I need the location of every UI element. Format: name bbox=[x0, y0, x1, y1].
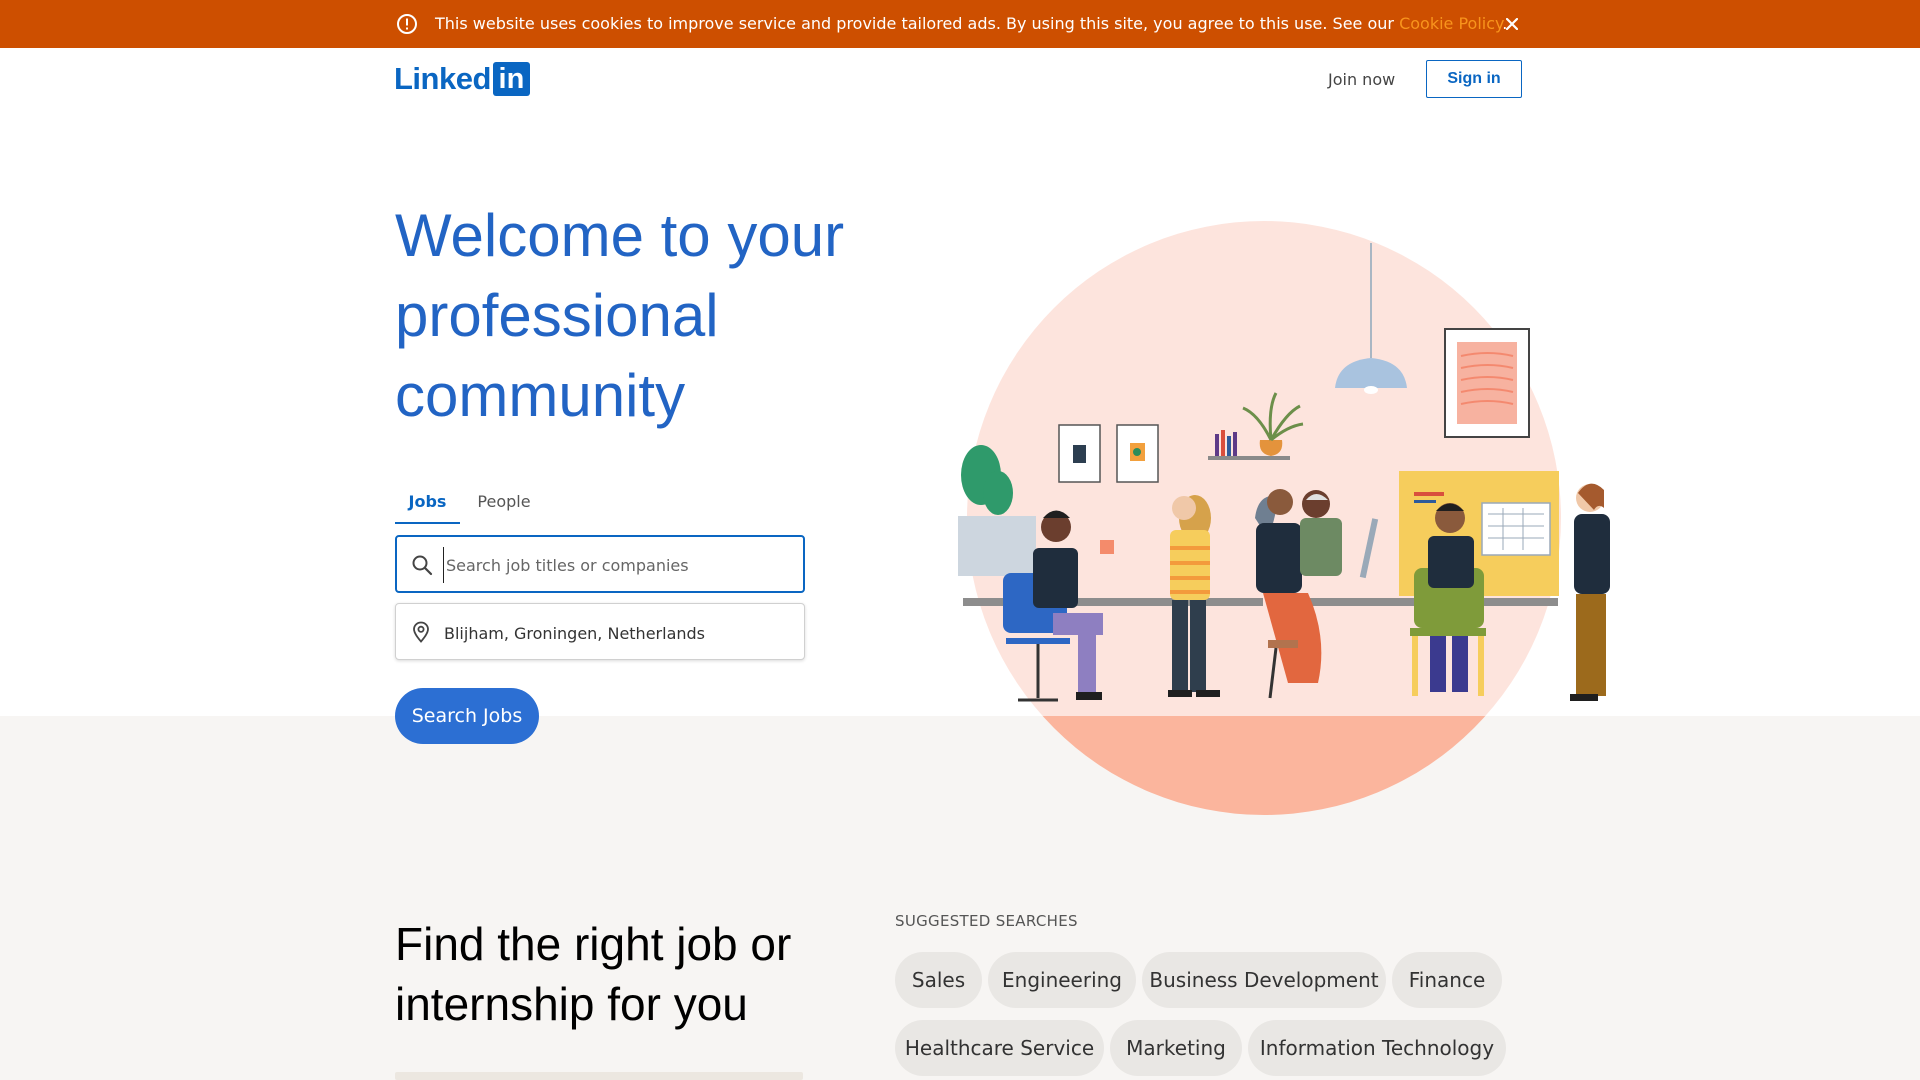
cookie-banner: This website uses cookies to improve ser… bbox=[0, 0, 1920, 48]
join-now-link[interactable]: Join now bbox=[1328, 68, 1395, 92]
suggestion-pill-sales[interactable]: Sales bbox=[895, 952, 982, 1008]
jobs-section-title: Find the right job or internship for you bbox=[395, 914, 835, 1034]
suggestion-pill-marketing[interactable]: Marketing bbox=[1110, 1020, 1242, 1076]
hero-title-line: community bbox=[395, 362, 686, 429]
hero-title-line: Welcome to your bbox=[395, 202, 845, 269]
jobs-section-title-line: internship for you bbox=[395, 978, 748, 1030]
tab-jobs[interactable]: Jobs bbox=[395, 484, 460, 524]
hero-title-line: professional bbox=[395, 282, 719, 349]
sign-in-button[interactable]: Sign in bbox=[1426, 60, 1522, 98]
office-illustration bbox=[958, 221, 1610, 815]
suggested-searches-label: SUGGESTED SEARCHES bbox=[895, 912, 1078, 930]
cookie-message: This website uses cookies to improve ser… bbox=[435, 14, 1507, 34]
close-icon bbox=[1506, 18, 1518, 30]
suggestion-pill-finance[interactable]: Finance bbox=[1392, 952, 1502, 1008]
alert-circle-icon bbox=[397, 14, 417, 34]
partial-card bbox=[395, 1072, 803, 1080]
hero-title: Welcome to your professional community bbox=[395, 196, 915, 436]
linkedin-logo[interactable]: Linked in bbox=[394, 60, 530, 97]
cookie-close-button[interactable] bbox=[1500, 12, 1524, 36]
suggestion-pill-engineering[interactable]: Engineering bbox=[988, 952, 1136, 1008]
jobs-section-title-line: Find the right job or bbox=[395, 918, 792, 970]
cookie-message-text: This website uses cookies to improve ser… bbox=[435, 14, 1394, 33]
suggestion-pill-business-development[interactable]: Business Development bbox=[1142, 952, 1386, 1008]
cookie-policy-link[interactable]: Cookie Policy bbox=[1399, 14, 1502, 33]
logo-in-box: in bbox=[492, 61, 530, 96]
tab-people[interactable]: People bbox=[476, 484, 532, 524]
search-icon bbox=[412, 555, 433, 576]
suggestion-pill-healthcare-service[interactable]: Healthcare Service bbox=[895, 1020, 1104, 1076]
location-input[interactable] bbox=[442, 615, 796, 651]
suggestion-pill-information-technology[interactable]: Information Technology bbox=[1248, 1020, 1506, 1076]
location-search-field[interactable] bbox=[395, 603, 805, 660]
location-pin-icon bbox=[413, 621, 429, 643]
job-search-field[interactable] bbox=[395, 535, 805, 593]
logo-wordmark: Linked bbox=[394, 61, 491, 96]
job-search-input[interactable] bbox=[443, 547, 798, 583]
search-jobs-button[interactable]: Search Jobs bbox=[395, 688, 539, 744]
